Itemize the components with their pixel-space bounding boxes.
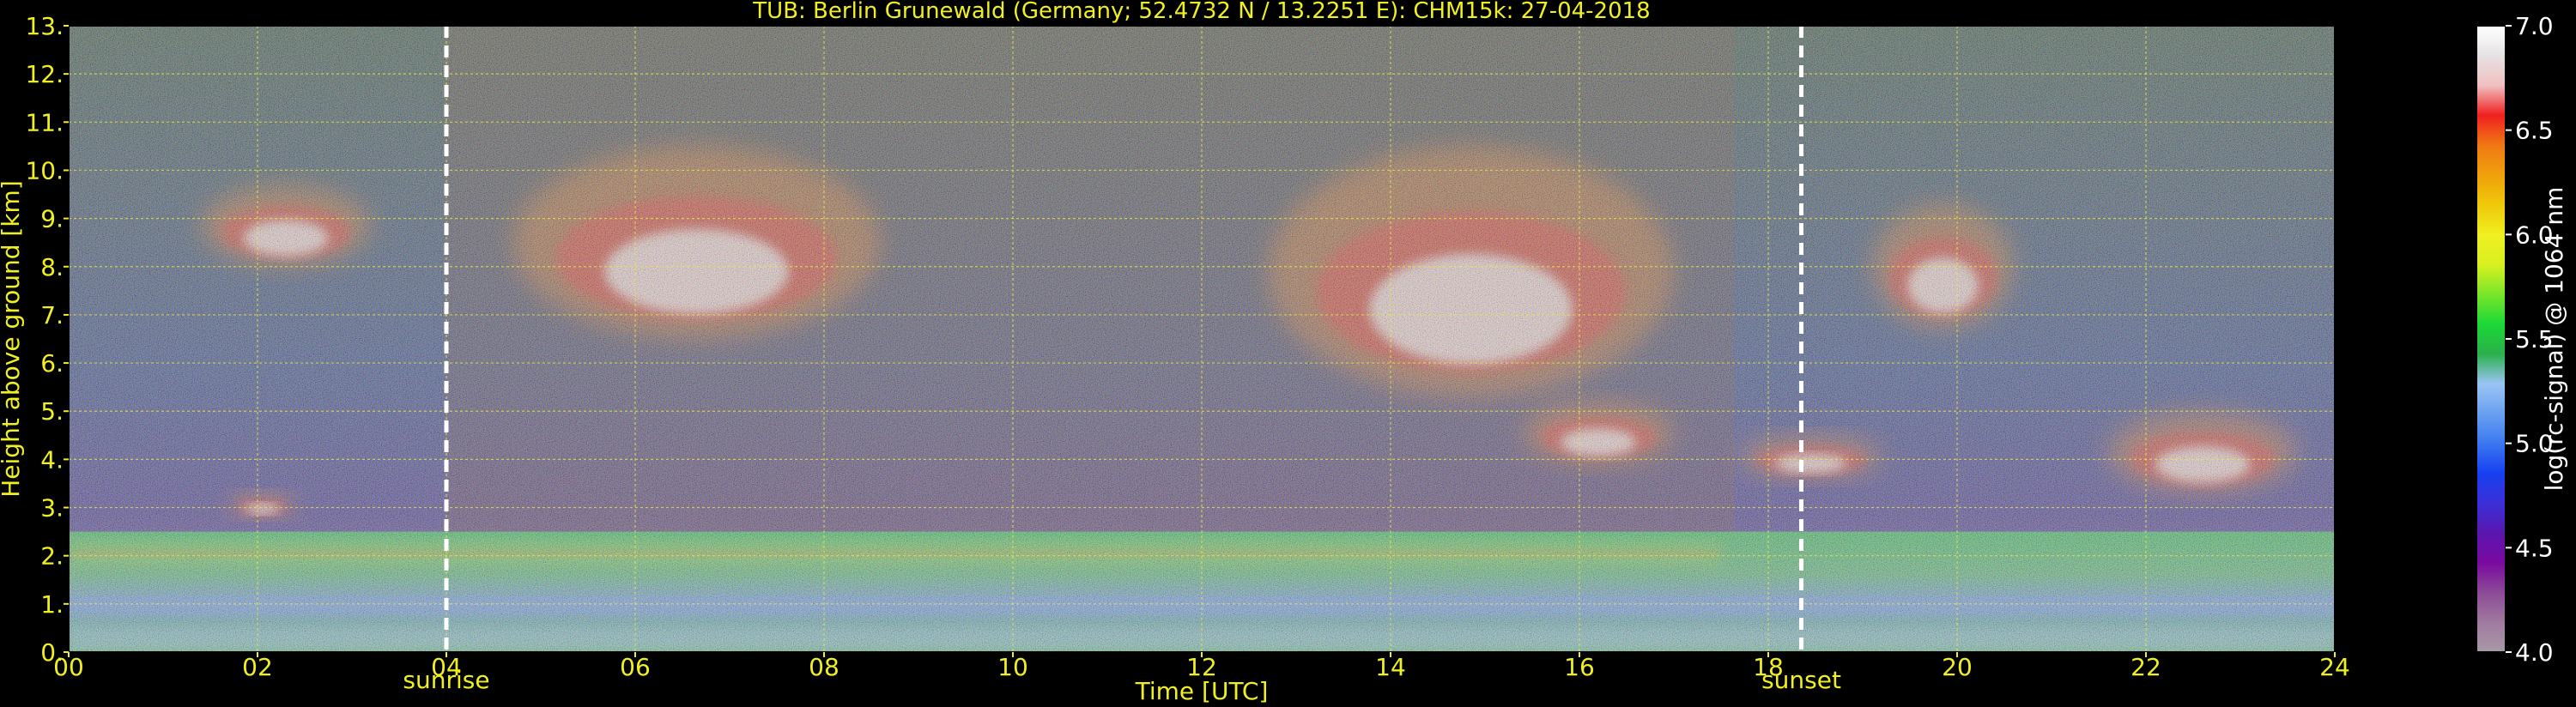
y-tick-label: 11. <box>25 108 64 136</box>
colorbar: 4.04.55.05.56.06.57.0 log(rc-signal) @ 1… <box>2476 12 2568 667</box>
y-tick-label: 7. <box>40 301 64 329</box>
x-tick-label: 02 <box>242 653 273 681</box>
y-tick-label: 2. <box>40 542 64 571</box>
x-tick-label: 06 <box>620 653 651 681</box>
colorbar-label: log(rc-signal) @ 1064 nm <box>2540 187 2568 492</box>
x-tick-label: 04 <box>431 653 462 681</box>
y-tick-label: 8. <box>40 253 64 281</box>
colorbar-tick-label: 7.0 <box>2515 12 2554 40</box>
y-tick-label: 0. <box>40 638 64 667</box>
colorbar-tick-label: 6.5 <box>2515 117 2554 145</box>
x-tick-label: 24 <box>2319 653 2350 681</box>
x-tick-label: 20 <box>1942 653 1973 681</box>
colorbar-tick-label: 4.0 <box>2515 638 2554 667</box>
y-tick-label: 1. <box>40 590 64 619</box>
y-tick-label: 5. <box>40 397 64 426</box>
y-tick-label: 4. <box>40 445 64 474</box>
chart-title: TUB: Berlin Grunewald (Germany; 52.4732 … <box>752 0 1650 24</box>
colorbar-tick-label: 4.5 <box>2515 534 2554 562</box>
x-tick-label: 18 <box>1753 653 1784 681</box>
colorbar-gradient <box>2476 26 2506 652</box>
x-axis-label: Time [UTC] <box>1135 677 1269 705</box>
x-tick-label: 16 <box>1564 653 1595 681</box>
y-tick-label: 10. <box>25 156 64 184</box>
y-tick-label: 13. <box>25 12 64 40</box>
y-tick-label: 6. <box>40 349 64 378</box>
x-tick-label: 22 <box>2131 653 2161 681</box>
y-tick-label: 3. <box>40 494 64 523</box>
y-axis-ticks: 0. 1. 2. 3. 4. 5. 6. 7. 8. 9. 10. 11. 12. 13. <box>25 12 69 667</box>
x-tick-label: 14 <box>1375 653 1406 681</box>
y-tick-label: 9. <box>40 205 64 233</box>
lidar-figure: TUB: Berlin Grunewald (Germany; 52.4732 … <box>0 0 2568 705</box>
y-axis-label: Height above ground [km] <box>0 180 25 498</box>
y-tick-label: 12. <box>25 60 64 88</box>
x-tick-label: 10 <box>997 653 1028 681</box>
x-tick-label: 08 <box>809 653 839 681</box>
plot-area: sunrise sunset 00 02 04 06 08 10 12 14 16 18 20 22 24… <box>25 12 2349 694</box>
